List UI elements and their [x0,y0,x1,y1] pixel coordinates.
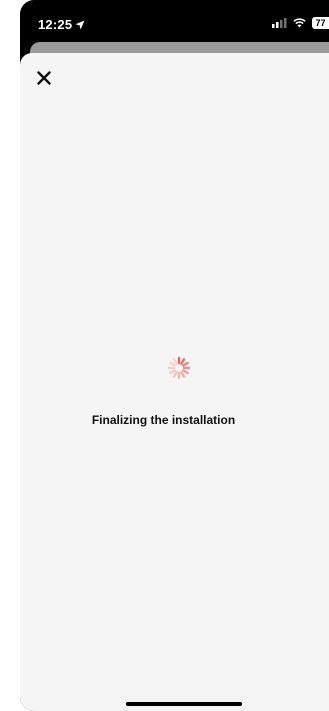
battery-level: 77 [312,17,329,29]
cellular-signal-icon [272,18,287,28]
loading-spinner-icon [167,356,191,380]
installation-sheet: Finalizing the installation [20,53,329,711]
close-icon [37,71,51,85]
status-time-group: 12:25 [38,17,85,32]
phone-screen: 12:25 77 Finalizing the installation [20,0,329,711]
wifi-icon [293,18,306,28]
close-button[interactable] [33,67,55,89]
status-indicators: 77 [272,17,329,29]
installation-status-message: Finalizing the installation [91,413,236,427]
status-bar: 12:25 77 [20,0,329,40]
location-arrow-icon [75,20,85,30]
status-time: 12:25 [38,17,73,32]
home-indicator[interactable] [126,702,242,706]
